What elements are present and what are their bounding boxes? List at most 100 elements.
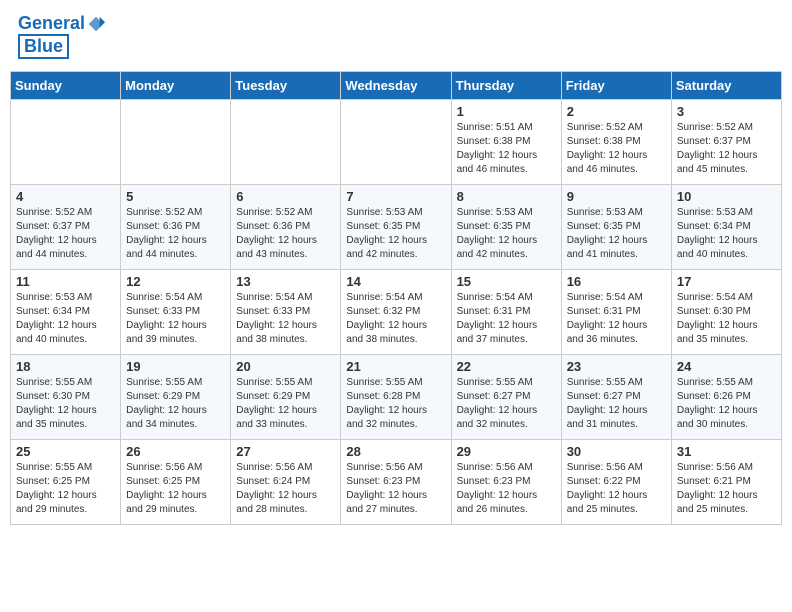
calendar-cell: 30 Sunrise: 5:56 AM Sunset: 6:22 PM Dayli… xyxy=(561,440,671,525)
day-info: Sunrise: 5:52 AM Sunset: 6:38 PM Dayligh… xyxy=(567,121,666,177)
day-info: Sunrise: 5:55 AM Sunset: 6:28 PM Dayligh… xyxy=(346,376,445,432)
day-number: 6 xyxy=(236,189,335,204)
day-info: Sunrise: 5:52 AM Sunset: 6:37 PM Dayligh… xyxy=(16,206,115,262)
calendar-cell xyxy=(121,100,231,185)
day-info: Sunrise: 5:54 AM Sunset: 6:33 PM Dayligh… xyxy=(236,291,335,347)
logo: General Blue xyxy=(18,14,105,59)
weekday-thursday: Thursday xyxy=(451,72,561,100)
calendar-cell xyxy=(231,100,341,185)
day-info: Sunrise: 5:55 AM Sunset: 6:27 PM Dayligh… xyxy=(567,376,666,432)
calendar-cell: 8 Sunrise: 5:53 AM Sunset: 6:35 PM Daylig… xyxy=(451,185,561,270)
day-number: 10 xyxy=(677,189,776,204)
day-info: Sunrise: 5:55 AM Sunset: 6:25 PM Dayligh… xyxy=(16,461,115,517)
day-info: Sunrise: 5:56 AM Sunset: 6:25 PM Dayligh… xyxy=(126,461,225,517)
day-info: Sunrise: 5:55 AM Sunset: 6:29 PM Dayligh… xyxy=(126,376,225,432)
day-number: 20 xyxy=(236,359,335,374)
weekday-friday: Friday xyxy=(561,72,671,100)
day-info: Sunrise: 5:55 AM Sunset: 6:29 PM Dayligh… xyxy=(236,376,335,432)
calendar-cell: 4 Sunrise: 5:52 AM Sunset: 6:37 PM Daylig… xyxy=(11,185,121,270)
day-number: 5 xyxy=(126,189,225,204)
day-info: Sunrise: 5:53 AM Sunset: 6:35 PM Dayligh… xyxy=(567,206,666,262)
day-number: 17 xyxy=(677,274,776,289)
calendar-cell: 11 Sunrise: 5:53 AM Sunset: 6:34 PM Dayli… xyxy=(11,270,121,355)
calendar-cell: 16 Sunrise: 5:54 AM Sunset: 6:31 PM Dayli… xyxy=(561,270,671,355)
day-number: 3 xyxy=(677,104,776,119)
weekday-monday: Monday xyxy=(121,72,231,100)
day-number: 23 xyxy=(567,359,666,374)
calendar-cell: 2 Sunrise: 5:52 AM Sunset: 6:38 PM Daylig… xyxy=(561,100,671,185)
day-info: Sunrise: 5:56 AM Sunset: 6:23 PM Dayligh… xyxy=(346,461,445,517)
day-number: 11 xyxy=(16,274,115,289)
day-number: 16 xyxy=(567,274,666,289)
day-info: Sunrise: 5:53 AM Sunset: 6:34 PM Dayligh… xyxy=(16,291,115,347)
day-number: 29 xyxy=(457,444,556,459)
calendar-cell xyxy=(341,100,451,185)
day-info: Sunrise: 5:54 AM Sunset: 6:31 PM Dayligh… xyxy=(567,291,666,347)
calendar-cell: 5 Sunrise: 5:52 AM Sunset: 6:36 PM Daylig… xyxy=(121,185,231,270)
day-info: Sunrise: 5:55 AM Sunset: 6:30 PM Dayligh… xyxy=(16,376,115,432)
calendar-cell: 7 Sunrise: 5:53 AM Sunset: 6:35 PM Daylig… xyxy=(341,185,451,270)
calendar-cell: 14 Sunrise: 5:54 AM Sunset: 6:32 PM Dayli… xyxy=(341,270,451,355)
day-number: 8 xyxy=(457,189,556,204)
calendar-cell: 28 Sunrise: 5:56 AM Sunset: 6:23 PM Dayli… xyxy=(341,440,451,525)
day-info: Sunrise: 5:54 AM Sunset: 6:31 PM Dayligh… xyxy=(457,291,556,347)
day-number: 13 xyxy=(236,274,335,289)
calendar-cell: 13 Sunrise: 5:54 AM Sunset: 6:33 PM Dayli… xyxy=(231,270,341,355)
day-info: Sunrise: 5:53 AM Sunset: 6:35 PM Dayligh… xyxy=(346,206,445,262)
calendar-cell: 23 Sunrise: 5:55 AM Sunset: 6:27 PM Dayli… xyxy=(561,355,671,440)
day-number: 28 xyxy=(346,444,445,459)
calendar-cell: 3 Sunrise: 5:52 AM Sunset: 6:37 PM Daylig… xyxy=(671,100,781,185)
weekday-saturday: Saturday xyxy=(671,72,781,100)
weekday-header-row: SundayMondayTuesdayWednesdayThursdayFrid… xyxy=(11,72,782,100)
day-info: Sunrise: 5:54 AM Sunset: 6:32 PM Dayligh… xyxy=(346,291,445,347)
day-number: 24 xyxy=(677,359,776,374)
calendar-cell: 20 Sunrise: 5:55 AM Sunset: 6:29 PM Dayli… xyxy=(231,355,341,440)
day-info: Sunrise: 5:54 AM Sunset: 6:33 PM Dayligh… xyxy=(126,291,225,347)
calendar-cell: 6 Sunrise: 5:52 AM Sunset: 6:36 PM Daylig… xyxy=(231,185,341,270)
logo-blue: Blue xyxy=(18,34,69,60)
logo-text: General xyxy=(18,14,85,34)
day-number: 21 xyxy=(346,359,445,374)
day-number: 25 xyxy=(16,444,115,459)
day-number: 9 xyxy=(567,189,666,204)
week-row-2: 4 Sunrise: 5:52 AM Sunset: 6:37 PM Daylig… xyxy=(11,185,782,270)
day-info: Sunrise: 5:52 AM Sunset: 6:37 PM Dayligh… xyxy=(677,121,776,177)
day-number: 18 xyxy=(16,359,115,374)
day-number: 15 xyxy=(457,274,556,289)
day-info: Sunrise: 5:51 AM Sunset: 6:38 PM Dayligh… xyxy=(457,121,556,177)
calendar-cell: 25 Sunrise: 5:55 AM Sunset: 6:25 PM Dayli… xyxy=(11,440,121,525)
calendar-cell: 10 Sunrise: 5:53 AM Sunset: 6:34 PM Dayli… xyxy=(671,185,781,270)
calendar-cell: 12Sunrise: 5:54 AM Sunset: 6:33 PM Dayli… xyxy=(121,270,231,355)
day-info: Sunrise: 5:53 AM Sunset: 6:35 PM Dayligh… xyxy=(457,206,556,262)
day-number: 27 xyxy=(236,444,335,459)
calendar-body: 1Sunrise: 5:51 AM Sunset: 6:38 PM Daylig… xyxy=(11,100,782,525)
day-number: 14 xyxy=(346,274,445,289)
calendar-cell: 31 Sunrise: 5:56 AM Sunset: 6:21 PM Dayli… xyxy=(671,440,781,525)
calendar-cell: 22Sunrise: 5:55 AM Sunset: 6:27 PM Dayli… xyxy=(451,355,561,440)
weekday-sunday: Sunday xyxy=(11,72,121,100)
calendar-cell: 19 Sunrise: 5:55 AM Sunset: 6:29 PM Dayli… xyxy=(121,355,231,440)
day-number: 30 xyxy=(567,444,666,459)
day-info: Sunrise: 5:56 AM Sunset: 6:23 PM Dayligh… xyxy=(457,461,556,517)
day-number: 31 xyxy=(677,444,776,459)
day-number: 2 xyxy=(567,104,666,119)
week-row-5: 25 Sunrise: 5:55 AM Sunset: 6:25 PM Dayli… xyxy=(11,440,782,525)
day-info: Sunrise: 5:56 AM Sunset: 6:24 PM Dayligh… xyxy=(236,461,335,517)
day-number: 19 xyxy=(126,359,225,374)
day-info: Sunrise: 5:55 AM Sunset: 6:26 PM Dayligh… xyxy=(677,376,776,432)
day-info: Sunrise: 5:55 AM Sunset: 6:27 PM Dayligh… xyxy=(457,376,556,432)
calendar-cell: 27 Sunrise: 5:56 AM Sunset: 6:24 PM Dayli… xyxy=(231,440,341,525)
day-info: Sunrise: 5:56 AM Sunset: 6:21 PM Dayligh… xyxy=(677,461,776,517)
calendar-cell: 26Sunrise: 5:56 AM Sunset: 6:25 PM Dayli… xyxy=(121,440,231,525)
day-number: 4 xyxy=(16,189,115,204)
calendar-cell: 24 Sunrise: 5:55 AM Sunset: 6:26 PM Dayli… xyxy=(671,355,781,440)
day-info: Sunrise: 5:56 AM Sunset: 6:22 PM Dayligh… xyxy=(567,461,666,517)
week-row-3: 11 Sunrise: 5:53 AM Sunset: 6:34 PM Dayli… xyxy=(11,270,782,355)
day-info: Sunrise: 5:53 AM Sunset: 6:34 PM Dayligh… xyxy=(677,206,776,262)
day-info: Sunrise: 5:52 AM Sunset: 6:36 PM Dayligh… xyxy=(126,206,225,262)
day-number: 7 xyxy=(346,189,445,204)
calendar-cell: 17 Sunrise: 5:54 AM Sunset: 6:30 PM Dayli… xyxy=(671,270,781,355)
page-header: General Blue xyxy=(10,10,782,63)
day-info: Sunrise: 5:52 AM Sunset: 6:36 PM Dayligh… xyxy=(236,206,335,262)
day-info: Sunrise: 5:54 AM Sunset: 6:30 PM Dayligh… xyxy=(677,291,776,347)
